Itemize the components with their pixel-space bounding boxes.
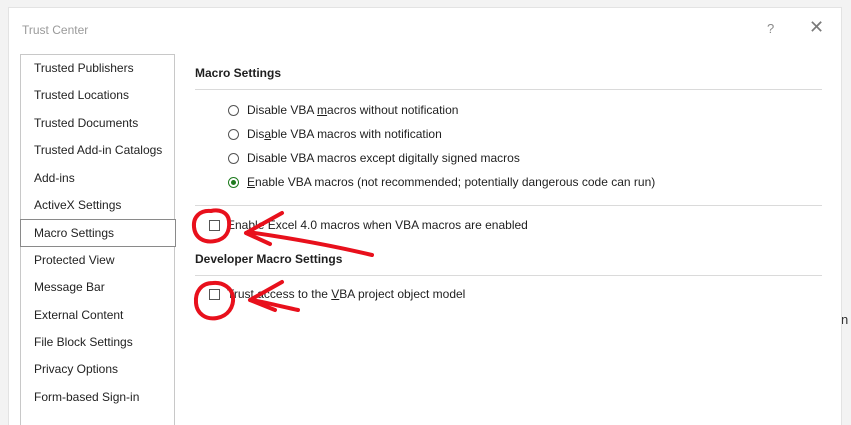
- background-window-text: n: [841, 312, 849, 327]
- radio-button-icon[interactable]: [228, 104, 239, 116]
- radio-enable-vba-macros[interactable]: Enable VBA macros (not recommended; pote…: [228, 174, 655, 190]
- option-label: Disable VBA macros with notification: [247, 127, 442, 141]
- checkbox-label: Trust access to the VBA project object m…: [227, 287, 466, 301]
- radio-button-icon[interactable]: [228, 128, 239, 140]
- trust-center-dialog: Trust Center ? ✕ Trusted Publishers Trus…: [9, 8, 841, 425]
- sidebar-item-message-bar[interactable]: Message Bar: [21, 274, 174, 301]
- sidebar-item-macro-settings[interactable]: Macro Settings: [20, 219, 176, 247]
- developer-macro-settings-heading: Developer Macro Settings: [195, 252, 343, 266]
- sidebar-item-external-content[interactable]: External Content: [21, 302, 174, 329]
- checkbox-icon[interactable]: [209, 288, 220, 300]
- option-label: Disable VBA macros without notification: [247, 103, 459, 117]
- sidebar-item-trusted-publishers[interactable]: Trusted Publishers: [21, 55, 174, 82]
- radio-disable-with-notification[interactable]: Disable VBA macros with notification: [228, 126, 442, 142]
- sidebar-item-trusted-documents[interactable]: Trusted Documents: [21, 110, 174, 137]
- macro-settings-divider: [195, 89, 822, 90]
- radio-disable-without-notification[interactable]: Disable VBA macros without notification: [228, 102, 458, 118]
- sidebar-item-activex-settings[interactable]: ActiveX Settings: [21, 192, 174, 219]
- checkbox-icon[interactable]: [209, 219, 220, 231]
- trust-center-sidebar: Trusted Publishers Trusted Locations Tru…: [20, 54, 176, 425]
- background-window-edge: n: [841, 0, 851, 425]
- sidebar-item-add-ins[interactable]: Add-ins: [21, 165, 174, 192]
- option-label: Enable VBA macros (not recommended; pote…: [247, 175, 656, 189]
- dialog-title: Trust Center: [22, 23, 89, 37]
- radio-button-icon[interactable]: [228, 152, 239, 164]
- close-icon[interactable]: ✕: [809, 17, 824, 38]
- sidebar-item-file-block-settings[interactable]: File Block Settings: [21, 329, 174, 356]
- section-divider: [195, 205, 822, 206]
- developer-settings-divider: [195, 275, 822, 276]
- sidebar-item-trusted-locations[interactable]: Trusted Locations: [21, 82, 174, 109]
- sidebar-item-protected-view[interactable]: Protected View: [21, 247, 174, 274]
- sidebar-item-trusted-add-in-catalogs[interactable]: Trusted Add-in Catalogs: [21, 137, 174, 164]
- help-button[interactable]: ?: [767, 21, 774, 36]
- checkbox-enable-excel4-macros[interactable]: Enable Excel 4.0 macros when VBA macros …: [209, 217, 528, 233]
- sidebar-item-form-based-sign-in[interactable]: Form-based Sign-in: [21, 384, 174, 411]
- checkbox-label: Enable Excel 4.0 macros when VBA macros …: [227, 218, 528, 232]
- radio-disable-except-signed[interactable]: Disable VBA macros except digitally sign…: [228, 150, 520, 166]
- radio-button-selected-icon[interactable]: [228, 176, 239, 188]
- macro-settings-heading: Macro Settings: [195, 66, 282, 80]
- option-label: Disable VBA macros except digitally sign…: [247, 151, 520, 165]
- sidebar-item-privacy-options[interactable]: Privacy Options: [21, 356, 174, 383]
- checkbox-trust-vba-project[interactable]: Trust access to the VBA project object m…: [209, 286, 465, 302]
